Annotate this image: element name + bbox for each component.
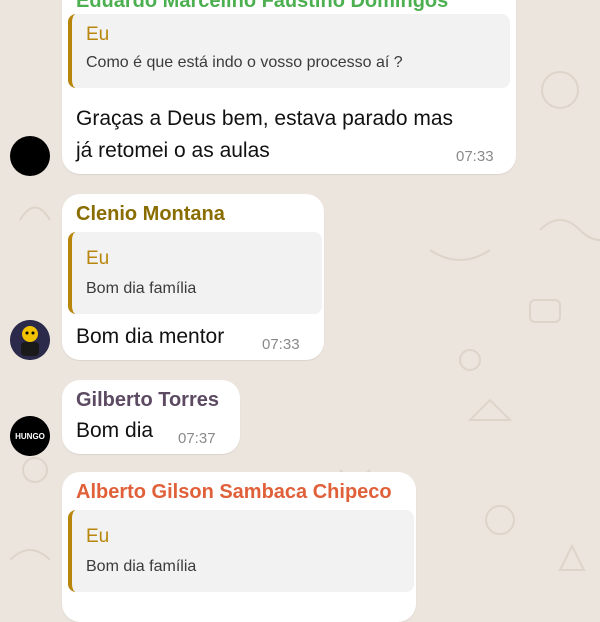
message-time: 07:33	[262, 336, 300, 353]
message-bubble[interactable]: Clenio Montana Eu Bom dia família Bom di…	[62, 194, 324, 360]
message-text-line1: Graças a Deus bem, estava parado mas	[76, 107, 454, 130]
message-row: Eduardo Marcelino Faustino Domingos Eu C…	[0, 0, 600, 180]
quote-text: Bom dia família	[86, 280, 197, 297]
message-row: HUNGO Gilberto Torres Bom dia 07:37	[0, 378, 600, 458]
message-text: Bom dia mentor	[76, 325, 225, 348]
message-time: 07:33	[456, 148, 494, 165]
quote-text: Como é que está indo o vosso processo aí…	[86, 54, 403, 71]
quote-text: Bom dia família	[86, 558, 197, 575]
logo-avatar[interactable]: HUNGO	[10, 416, 50, 456]
cartoon-character-avatar[interactable]	[10, 320, 50, 360]
message-text-line2: já retomei o as aulas	[76, 139, 270, 162]
quoted-message[interactable]: Eu Como é que está indo o vosso processo…	[68, 14, 510, 88]
sender-name: Gilberto Torres	[76, 389, 219, 411]
quote-author: Eu	[86, 248, 110, 269]
message-bubble[interactable]: Gilberto Torres Bom dia 07:37	[62, 380, 240, 454]
quote-author: Eu	[86, 24, 110, 45]
quote-author: Eu	[86, 526, 110, 547]
cartoon-character-icon	[10, 320, 50, 360]
message-bubble[interactable]: Eduardo Marcelino Faustino Domingos Eu C…	[62, 0, 516, 174]
hungo-logo-icon: HUNGO	[10, 416, 50, 456]
quoted-message[interactable]: Eu Bom dia família	[68, 510, 414, 592]
svg-text:HUNGO: HUNGO	[15, 432, 45, 441]
message-row: Clenio Montana Eu Bom dia família Bom di…	[0, 190, 600, 370]
sender-name: Clenio Montana	[76, 203, 225, 225]
sender-name: Eduardo Marcelino Faustino Domingos	[76, 0, 449, 12]
black-circle-avatar[interactable]	[10, 136, 50, 176]
message-row: Alberto Gilson Sambaca Chipeco Eu Bom di…	[0, 468, 600, 622]
message-time: 07:37	[178, 430, 216, 447]
sender-name: Alberto Gilson Sambaca Chipeco	[76, 481, 392, 503]
quoted-message[interactable]: Eu Bom dia família	[68, 232, 322, 314]
message-text: Bom dia	[76, 419, 154, 442]
